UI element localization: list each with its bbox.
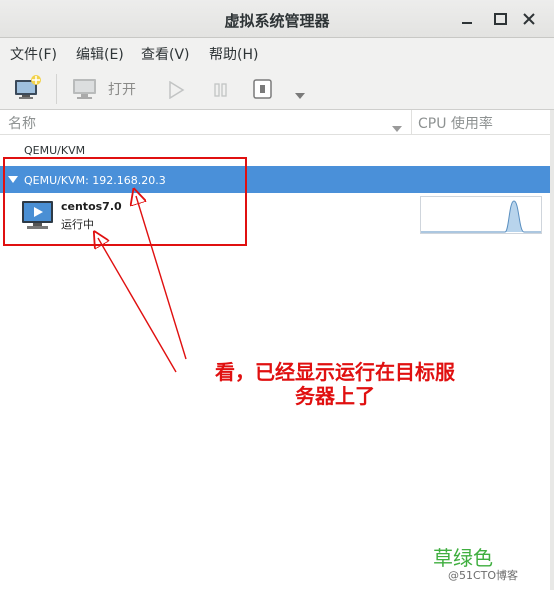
- annotation-line-2: 务器上了: [295, 384, 375, 408]
- annotation-line-1: 看，已经显示运行在目标服: [215, 360, 455, 384]
- annotation-text: 看，已经显示运行在目标服 务器上了: [170, 360, 500, 408]
- watermark-site: @51CTO博客: [448, 569, 519, 582]
- annotation-arrows: [0, 0, 187, 373]
